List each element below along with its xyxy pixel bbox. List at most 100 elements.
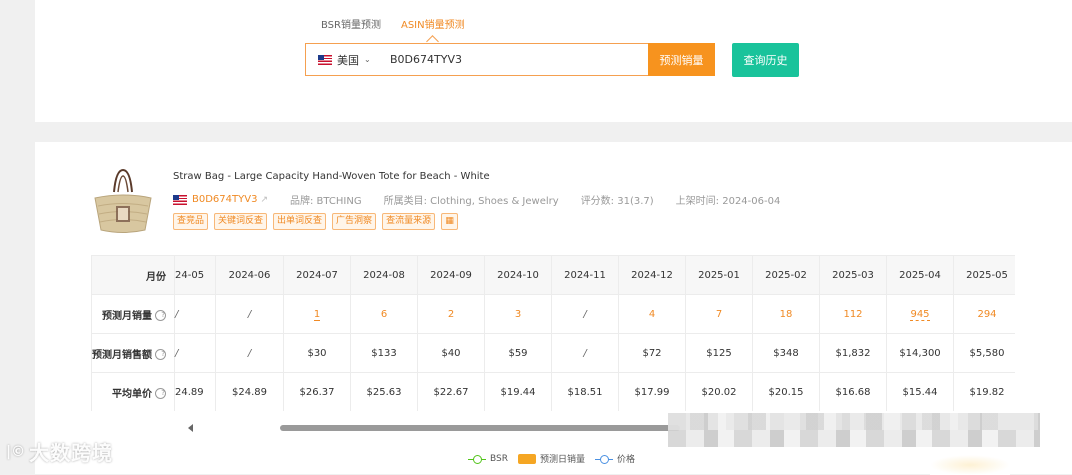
country-select[interactable]: 美国 ⌄ (306, 52, 388, 68)
rating-label: 评分数: 31(3.7) (580, 196, 654, 207)
price-cell: $17.99 (618, 372, 686, 411)
price-cell: $19.44 (484, 372, 552, 411)
bar-marker-icon (517, 453, 536, 464)
product-title[interactable]: Straw Bag - Large Capacity Hand-Woven To… (173, 171, 490, 182)
months-cell: 2024-11 (551, 256, 619, 295)
query-history-button[interactable]: 查询历史 (732, 43, 799, 77)
revenue-cell: $348 (752, 333, 820, 373)
sales-cell[interactable]: 4 (618, 294, 686, 334)
price-cell: $26.37 (283, 372, 351, 411)
price-cell: $20.02 (685, 372, 753, 411)
us-flag-icon (318, 54, 332, 65)
price-cell: $18.51 (551, 372, 619, 411)
revenue-cell: $59 (484, 333, 552, 373)
line-marker-icon (468, 454, 486, 464)
price-cell: $25.63 (350, 372, 418, 411)
tab-asin-forecast[interactable]: ASIN销量预测 (401, 16, 465, 31)
revenue-cell: $125 (685, 333, 753, 373)
sales-cell[interactable]: 7 (685, 294, 753, 334)
product-asin-link[interactable]: B0D674TYV3 (192, 194, 257, 205)
launch-date-label: 上架时间: 2024-06-04 (675, 196, 781, 207)
revenue-cell: $5,580 (953, 333, 1015, 373)
sales-cell[interactable]: 1 (283, 294, 351, 334)
month-row: 月份 24-05 2024-06 2024-07 2024-08 2024-09 2024… (92, 256, 1015, 295)
tab-bsr-forecast[interactable]: BSR销量预测 (321, 16, 381, 31)
months-cell: 2024-08 (350, 256, 418, 295)
tag-competitors[interactable]: 查竞品 (173, 213, 209, 230)
sales-cell[interactable]: 2 (417, 294, 485, 334)
scroll-left-arrow-icon[interactable] (188, 424, 193, 432)
product-meta: B0D674TYV3 ↗ 品牌: BTCHING 所属类目: Clothing,… (173, 192, 780, 207)
decorative-glow (930, 455, 1010, 475)
brand-label: 品牌: BTCHING (289, 196, 362, 207)
revenue-cell: $133 (350, 333, 418, 373)
country-label: 美国 (337, 53, 359, 67)
sales-cell[interactable]: 18 (752, 294, 820, 334)
months-cell: 24-05 (174, 256, 216, 295)
sales-cell[interactable]: 112 (819, 294, 887, 334)
price-row-label: 平均单价? (92, 372, 175, 411)
revenue-cell: $40 (417, 333, 485, 373)
revenue-cell: / (215, 333, 284, 373)
revenue-row-label: 预测月销售额? (92, 333, 175, 373)
sales-value[interactable]: 945 (910, 308, 930, 321)
chart-legend: BSR 预测日销量 价格 (468, 452, 635, 465)
price-cell: $24.89 (215, 372, 284, 411)
mode-tabs: BSR销量预测 ASIN销量预测 (321, 16, 465, 31)
months-cell: 2025-02 (752, 256, 820, 295)
revenue-cell: / (551, 333, 619, 373)
sales-cell: / (215, 294, 284, 334)
watermark: |© 大数跨境 (6, 437, 113, 466)
sales-cell: / (174, 294, 216, 334)
revenue-cell: $30 (283, 333, 351, 373)
months-cell: 2025-03 (819, 256, 887, 295)
legend-item-daily-sales[interactable]: 预测日销量 (517, 452, 585, 465)
tag-traffic-source[interactable]: 查流量来源 (382, 213, 436, 230)
blurred-region-overlay (668, 413, 1040, 430)
scrollbar-thumb[interactable] (280, 425, 680, 431)
revenue-cell: $1,832 (819, 333, 887, 373)
months-cell: 2025-05 (953, 256, 1015, 295)
watermark-logo-icon: |© (6, 443, 26, 460)
months-cell: 2024-12 (618, 256, 686, 295)
revenue-row: 预测月销售额? / / $30 $133 $40 $59/$72 $125 $348 $1,83… (92, 333, 1015, 373)
sales-value[interactable]: 1 (313, 308, 321, 321)
asin-input[interactable] (388, 52, 642, 67)
external-link-icon[interactable]: ↗ (260, 195, 268, 205)
help-icon[interactable]: ? (155, 349, 166, 360)
tag-order-keyword-reverse[interactable]: 出单词反查 (273, 213, 327, 230)
price-cell: 24.89 (174, 372, 216, 411)
tag-keyword-reverse[interactable]: 关键词反查 (214, 213, 268, 230)
month-row-label: 月份 (92, 256, 175, 295)
price-cell: $22.67 (417, 372, 485, 411)
price-cell: $19.82 (953, 372, 1015, 411)
sales-cell[interactable]: 945 (886, 294, 954, 334)
predict-sales-button[interactable]: 预测销量 (648, 43, 715, 76)
help-icon[interactable]: ? (155, 310, 166, 321)
product-image[interactable] (92, 168, 154, 238)
legend-item-price[interactable]: 价格 (595, 452, 635, 465)
sales-cell: / (551, 294, 619, 334)
revenue-cell: $72 (618, 333, 686, 373)
revenue-cell: $14,300 (886, 333, 954, 373)
sales-cell[interactable]: 6 (350, 294, 418, 334)
price-cell: $15.44 (886, 372, 954, 411)
forecast-table: 月份 24-05 2024-06 2024-07 2024-08 2024-09 2024… (91, 255, 1015, 411)
price-row: 平均单价? 24.89 $24.89 $26.37 $25.63 $22.67 $19.4… (92, 372, 1015, 411)
line-marker-icon (595, 454, 613, 464)
chevron-down-icon: ⌄ (364, 55, 371, 64)
sales-row: 预测月销量? //1 6 2 3/4 7 18 112 945 294 (92, 294, 1015, 334)
help-icon[interactable]: ? (155, 388, 166, 399)
calculator-icon[interactable]: ▦ (441, 213, 459, 230)
sales-cell[interactable]: 294 (953, 294, 1015, 334)
revenue-cell: / (174, 333, 216, 373)
legend-item-bsr[interactable]: BSR (468, 454, 508, 464)
sales-cell[interactable]: 3 (484, 294, 552, 334)
months-cell: 2025-01 (685, 256, 753, 295)
months-cell: 2024-06 (215, 256, 284, 295)
tag-ad-insight[interactable]: 广告洞察 (332, 213, 377, 230)
price-cell: $20.15 (752, 372, 820, 411)
months-cell: 2025-04 (886, 256, 954, 295)
action-tags: 查竞品 关键词反查 出单词反查 广告洞察 查流量来源 ▦ (173, 213, 459, 230)
months-cell: 2024-07 (283, 256, 351, 295)
